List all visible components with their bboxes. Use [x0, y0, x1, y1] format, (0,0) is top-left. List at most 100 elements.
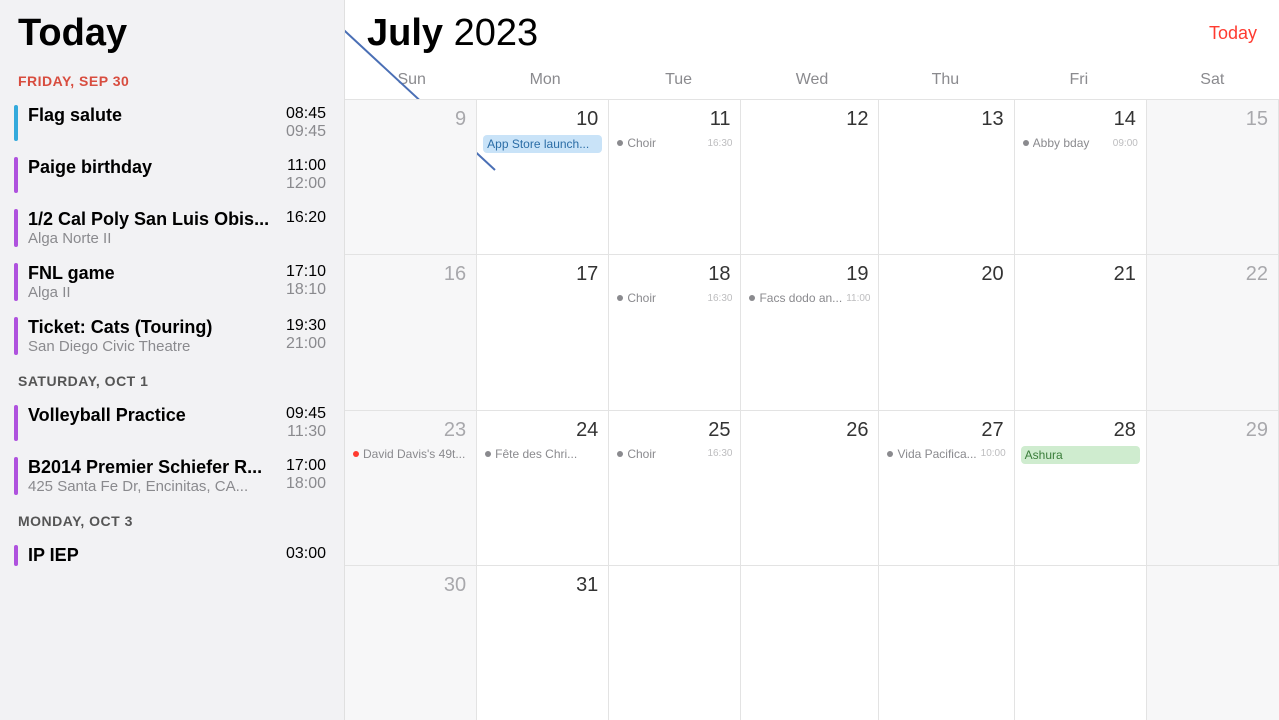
day-number: 12 [747, 106, 872, 135]
day-cell[interactable]: 13 [879, 99, 1014, 254]
day-cell[interactable]: 17 [477, 254, 609, 409]
day-cell[interactable]: 12 [741, 99, 879, 254]
day-cell[interactable]: 27Vida Pacifica...10:00 [879, 410, 1014, 565]
main-header: July 2023 Today [345, 0, 1279, 63]
event-dot-icon [1023, 140, 1029, 146]
day-cell[interactable]: 14Abby bday09:00 [1015, 99, 1147, 254]
event-item[interactable]: Ticket: Cats (Touring)San Diego Civic Th… [0, 309, 344, 363]
event-mini-label: Abby bday [1033, 136, 1109, 150]
day-number: 17 [483, 261, 602, 290]
weekday-label: Fri [1012, 63, 1145, 99]
day-cell[interactable]: 11Choir16:30 [609, 99, 741, 254]
event-dot-icon [353, 451, 359, 457]
sidebar: Today FRIDAY, SEP 30Flag salute08:4509:4… [0, 0, 345, 720]
day-cell[interactable]: 16 [345, 254, 477, 409]
day-number [1153, 572, 1273, 578]
event-mini-label: Vida Pacifica... [897, 447, 976, 461]
month-title: July 2023 [367, 12, 538, 55]
day-cell[interactable]: 20 [879, 254, 1014, 409]
event-subtitle: San Diego Civic Theatre [28, 338, 278, 355]
day-cell[interactable] [1147, 565, 1279, 720]
weekday-label: Sun [345, 63, 478, 99]
month-grid: 910App Store launch...11Choir16:30121314… [345, 99, 1279, 720]
event-chip[interactable]: App Store launch... [483, 135, 602, 153]
event-mini[interactable]: David Davis's 49t... [351, 446, 470, 462]
day-cell[interactable]: 15 [1147, 99, 1279, 254]
day-cell[interactable] [879, 565, 1014, 720]
day-cell[interactable]: 23David Davis's 49t... [345, 410, 477, 565]
event-item[interactable]: Flag salute08:4509:45 [0, 97, 344, 149]
day-cell[interactable]: 10App Store launch... [477, 99, 609, 254]
day-cell[interactable]: 29 [1147, 410, 1279, 565]
day-cell[interactable]: 22 [1147, 254, 1279, 409]
event-start-time: 11:00 [286, 157, 326, 175]
event-subtitle: Alga II [28, 284, 278, 301]
event-color-bar [14, 457, 18, 495]
event-item[interactable]: Volleyball Practice09:4511:30 [0, 397, 344, 449]
day-number: 21 [1021, 261, 1140, 290]
day-number [885, 572, 1007, 578]
weekday-label: Thu [879, 63, 1012, 99]
event-item[interactable]: IP IEP03:00 [0, 537, 344, 574]
day-cell[interactable] [741, 565, 879, 720]
event-mini-label: Choir [627, 447, 703, 461]
event-title: Flag salute [28, 105, 278, 126]
day-number: 23 [351, 417, 470, 446]
event-mini[interactable]: Choir16:30 [615, 446, 734, 462]
day-number: 15 [1153, 106, 1272, 135]
event-item[interactable]: 1/2 Cal Poly San Luis Obis...Alga Norte … [0, 201, 344, 255]
day-cell[interactable]: 25Choir16:30 [609, 410, 741, 565]
day-cell[interactable]: 21 [1015, 254, 1147, 409]
event-mini[interactable]: Choir16:30 [615, 135, 734, 151]
event-mini[interactable]: Facs dodo an...11:00 [747, 290, 872, 306]
event-start-time: 19:30 [286, 317, 326, 335]
event-dot-icon [749, 295, 755, 301]
weekday-label: Mon [478, 63, 611, 99]
event-item[interactable]: B2014 Premier Schiefer R...425 Santa Fe … [0, 449, 344, 503]
day-cell[interactable] [1015, 565, 1147, 720]
day-number: 31 [483, 572, 602, 601]
today-button[interactable]: Today [1209, 23, 1257, 44]
event-end-time: 18:00 [286, 475, 326, 493]
day-cell[interactable] [609, 565, 741, 720]
day-cell[interactable]: 18Choir16:30 [609, 254, 741, 409]
event-item[interactable]: FNL gameAlga II17:1018:10 [0, 255, 344, 309]
day-number: 24 [483, 417, 602, 446]
event-title: FNL game [28, 263, 278, 284]
event-mini[interactable]: Fête des Chri... [483, 446, 602, 462]
event-chip[interactable]: Ashura [1021, 446, 1140, 464]
day-cell[interactable]: 19Facs dodo an...11:00 [741, 254, 879, 409]
event-mini[interactable]: Abby bday 09:00 [1021, 135, 1140, 151]
event-item[interactable]: Paige birthday11:0012:00 [0, 149, 344, 201]
day-cell[interactable]: 26 [741, 410, 879, 565]
event-color-bar [14, 405, 18, 441]
day-number [615, 572, 734, 578]
event-color-bar [14, 209, 18, 247]
sidebar-event-list: FRIDAY, SEP 30Flag salute08:4509:45Paige… [0, 63, 344, 574]
day-cell[interactable]: 9 [345, 99, 477, 254]
day-cell[interactable]: 28Ashura [1015, 410, 1147, 565]
event-mini-label: Facs dodo an... [759, 291, 842, 305]
event-start-time: 09:45 [286, 405, 326, 423]
event-mini-time: 09:00 [1113, 138, 1138, 149]
weekday-label: Wed [745, 63, 878, 99]
event-mini-label: Choir [627, 136, 703, 150]
event-mini[interactable]: Choir16:30 [615, 290, 734, 306]
event-color-bar [14, 317, 18, 355]
day-cell[interactable]: 30 [345, 565, 477, 720]
event-color-bar [14, 545, 18, 566]
event-mini[interactable]: Vida Pacifica...10:00 [885, 446, 1007, 462]
event-title: B2014 Premier Schiefer R... [28, 457, 278, 478]
day-number: 27 [885, 417, 1007, 446]
day-number: 18 [615, 261, 734, 290]
day-cell[interactable]: 31 [477, 565, 609, 720]
event-start-time: 17:10 [286, 263, 326, 281]
main-calendar: July 2023 Today SunMonTueWedThuFriSat 91… [345, 0, 1279, 720]
day-number: 20 [885, 261, 1007, 290]
day-number: 30 [351, 572, 470, 601]
sidebar-title: Today [0, 0, 344, 63]
event-subtitle: Alga Norte II [28, 230, 278, 247]
day-cell[interactable]: 24Fête des Chri... [477, 410, 609, 565]
event-dot-icon [617, 140, 623, 146]
event-start-time: 08:45 [286, 105, 326, 123]
